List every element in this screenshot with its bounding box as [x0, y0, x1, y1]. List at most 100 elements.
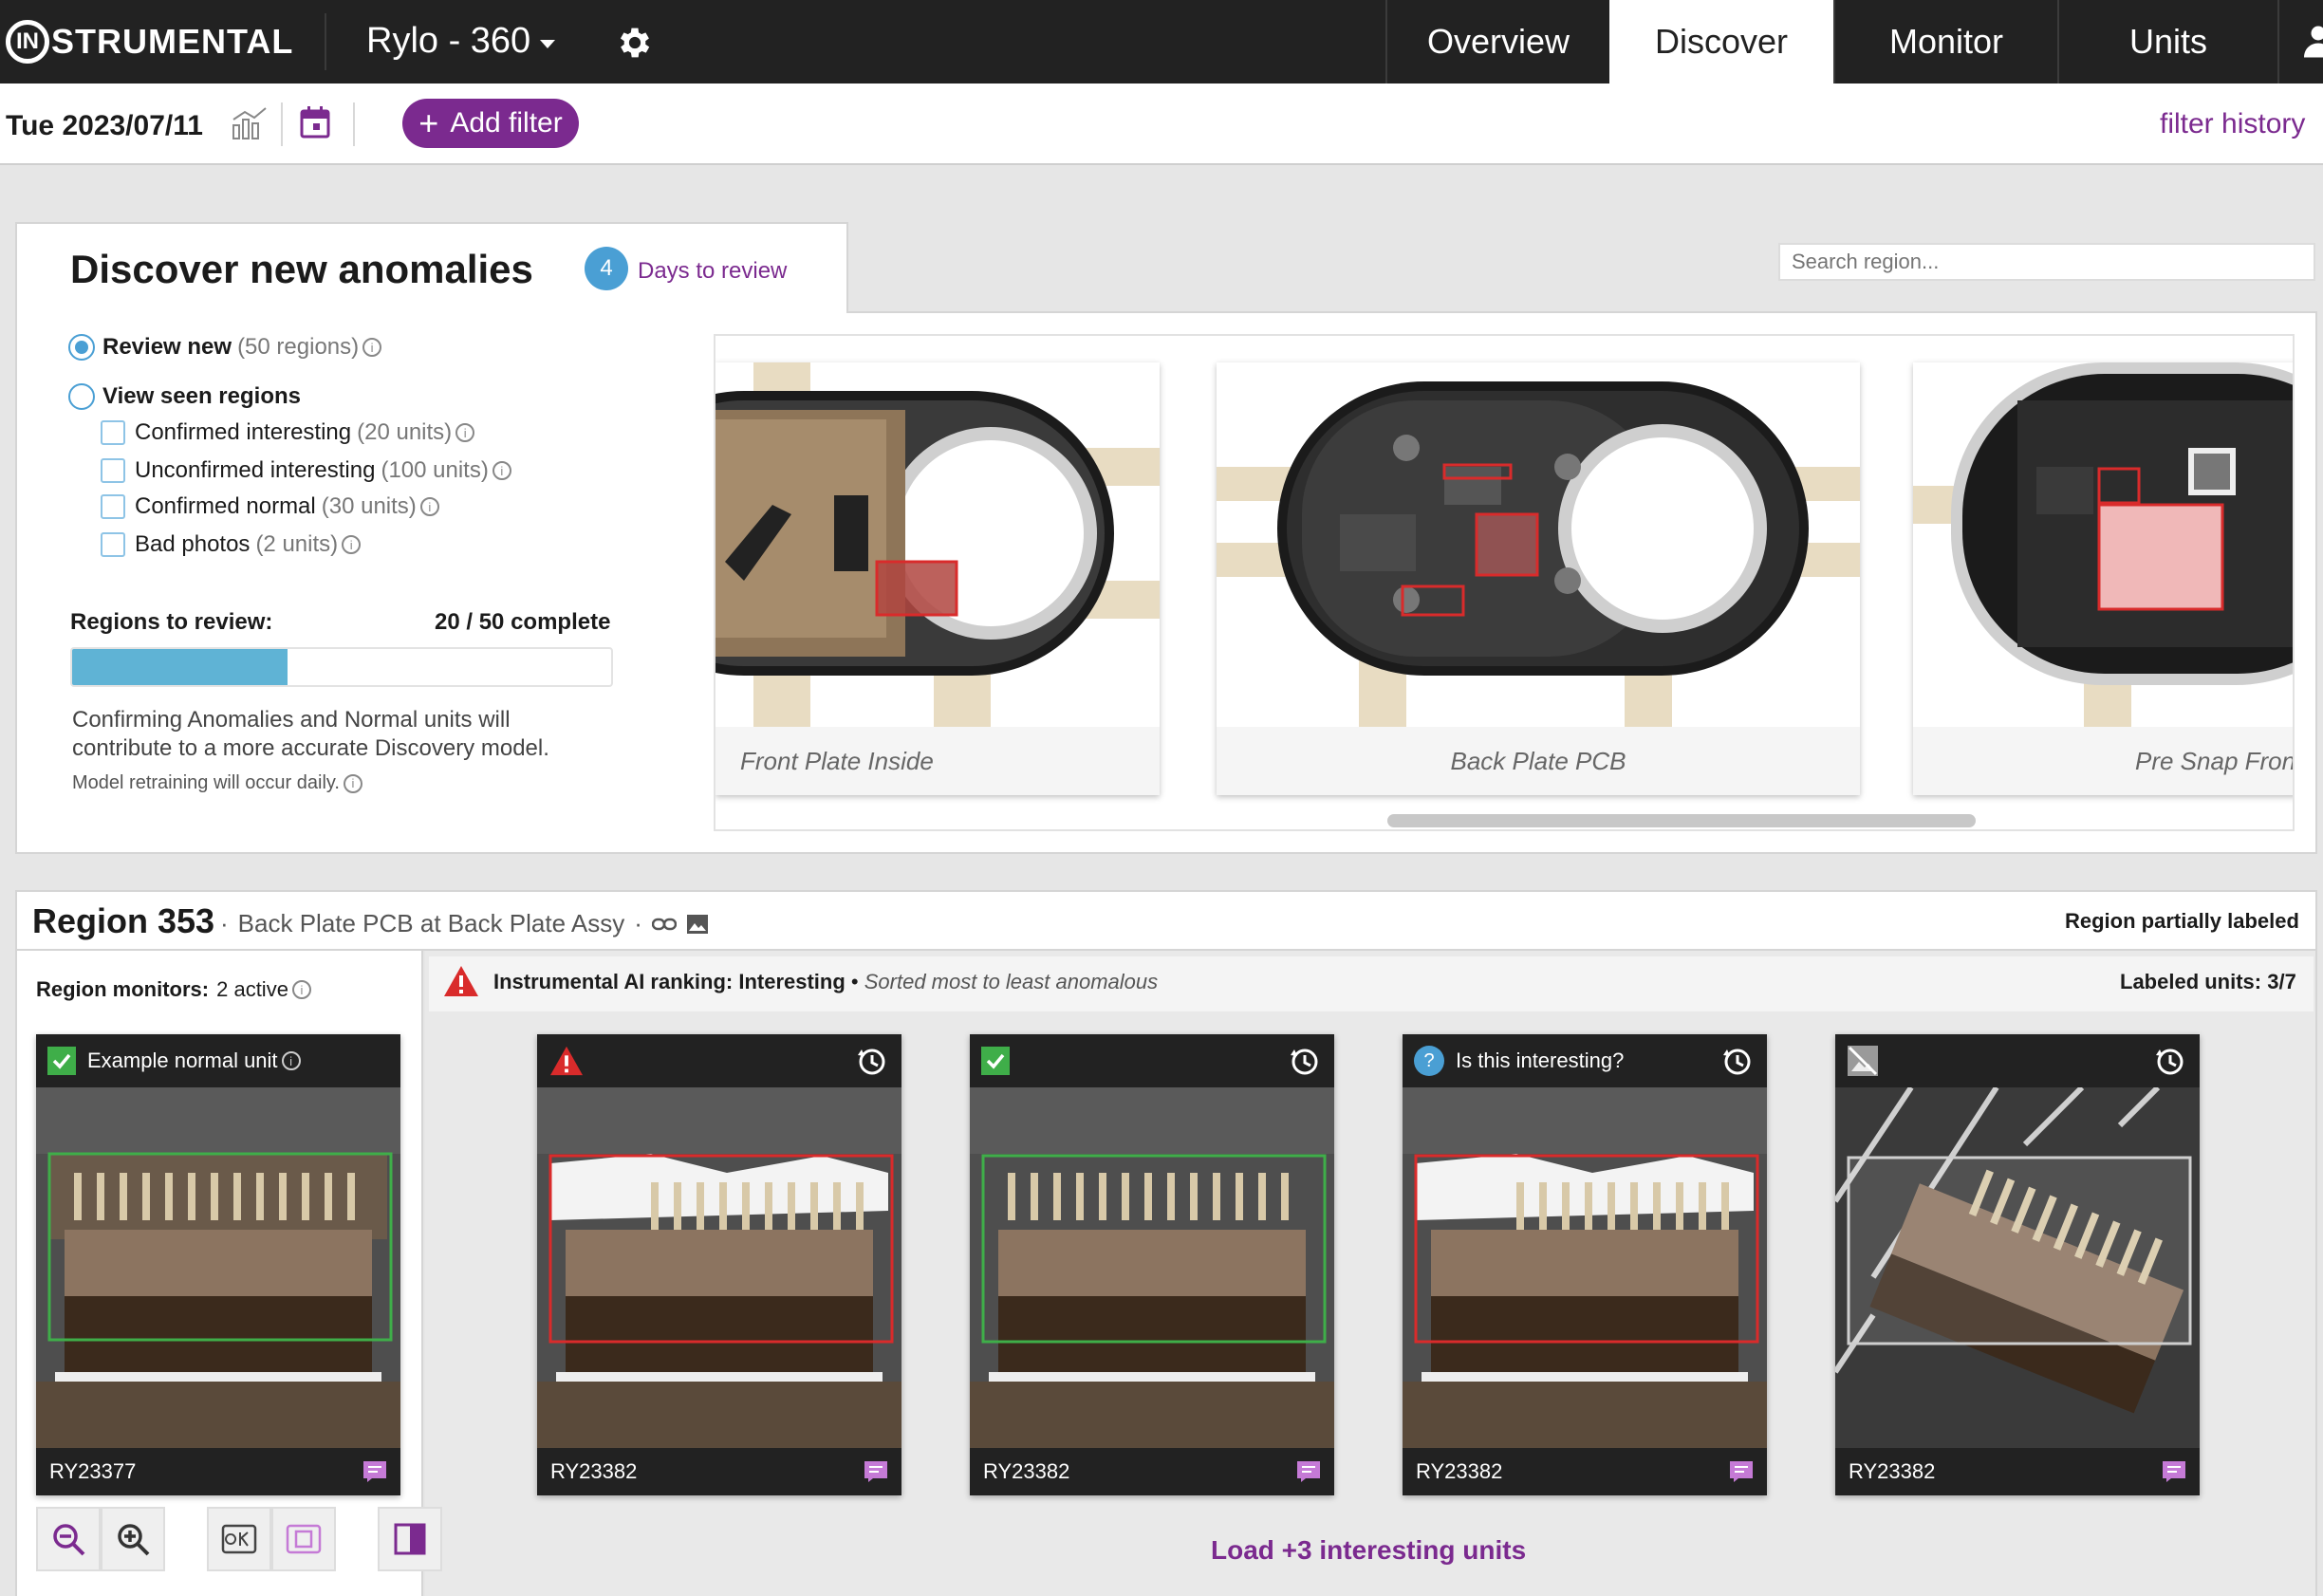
- region-thumbnail-strip[interactable]: Front Plate Inside Back Plate PCB Pre Sn…: [714, 334, 2295, 831]
- info-icon[interactable]: i: [492, 461, 511, 480]
- region-location: Back Plate PCB at Back Plate Assy: [237, 909, 625, 937]
- unit-serial[interactable]: RY23382: [1416, 1459, 1502, 1484]
- unit-serial[interactable]: RY23382: [983, 1459, 1069, 1484]
- user-icon[interactable]: [2304, 23, 2323, 61]
- checkbox[interactable]: [101, 532, 125, 557]
- view-seen-label: View seen regions: [102, 383, 301, 409]
- zoom-out-button[interactable]: [36, 1507, 101, 1571]
- unit-serial[interactable]: RY23382: [550, 1459, 637, 1484]
- check-unconfirmed-interesting[interactable]: Unconfirmed interesting (100 units) i: [101, 457, 511, 484]
- search-region-input[interactable]: [1778, 243, 2315, 281]
- strip-scrollbar[interactable]: [1387, 814, 1976, 827]
- card-footer: RY23382: [970, 1448, 1334, 1495]
- regions-to-review-label: Regions to review:: [70, 609, 273, 635]
- review-new-option[interactable]: Review new (50 regions) i: [68, 334, 382, 361]
- unit-card[interactable]: RY23382: [1835, 1034, 2200, 1495]
- view-seen-option[interactable]: View seen regions: [68, 383, 301, 410]
- review-new-label: Review new: [102, 334, 232, 360]
- note-icon[interactable]: [1729, 1460, 1754, 1483]
- info-icon[interactable]: i: [455, 423, 475, 442]
- add-filter-button[interactable]: + Add filter: [402, 99, 579, 148]
- history-icon[interactable]: [1289, 1046, 1321, 1078]
- checkbox[interactable]: [101, 458, 125, 483]
- unit-image: [36, 1087, 400, 1448]
- check-icon: [981, 1047, 1010, 1075]
- note-icon[interactable]: [864, 1460, 888, 1483]
- thumbnail-caption: Pre Snap Fron: [2135, 746, 2295, 775]
- tab-monitor[interactable]: Monitor: [1833, 0, 2057, 84]
- date-filter[interactable]: Tue 2023/07/11: [6, 110, 203, 142]
- info-icon[interactable]: i: [291, 980, 311, 999]
- history-icon[interactable]: [2154, 1046, 2186, 1078]
- tab-discover[interactable]: Discover: [1609, 0, 1833, 84]
- monitors-value: 2 active: [216, 977, 288, 1001]
- zoom-in-icon: [118, 1524, 150, 1556]
- chart-icon[interactable]: [232, 106, 268, 140]
- ai-ranking-sep: •: [845, 970, 864, 993]
- history-icon[interactable]: [1721, 1046, 1754, 1078]
- unit-serial[interactable]: RY23377: [49, 1459, 136, 1484]
- image-icon[interactable]: [686, 914, 709, 935]
- checkbox[interactable]: [101, 420, 125, 445]
- thumbnail-back-plate-pcb[interactable]: Back Plate PCB: [1217, 362, 1860, 795]
- unit-image: [1835, 1087, 2200, 1448]
- days-to-review-link[interactable]: Days to review: [638, 258, 787, 285]
- load-more-button[interactable]: Load +3 interesting units: [1211, 1535, 1526, 1566]
- radio-selected[interactable]: [68, 334, 95, 361]
- checkbox[interactable]: [101, 494, 125, 519]
- info-icon[interactable]: i: [281, 1051, 301, 1070]
- unit-card[interactable]: RY23382: [970, 1034, 1334, 1495]
- instrumental-logo[interactable]: IN STRUMENTAL: [6, 19, 293, 65]
- filter-history-link[interactable]: filter history: [2160, 108, 2305, 140]
- review-new-count: (50 regions): [237, 334, 360, 360]
- check-confirmed-interesting[interactable]: Confirmed interesting (20 units) i: [101, 419, 475, 446]
- retrain-note: Model retraining will occur daily. i: [72, 772, 362, 794]
- logo-circle: IN: [6, 20, 49, 64]
- unit-serial[interactable]: RY23382: [1849, 1459, 1935, 1484]
- tab-overview[interactable]: Overview: [1385, 0, 1609, 84]
- project-selector[interactable]: Rylo - 360: [366, 21, 556, 62]
- check-count: (20 units): [357, 419, 453, 445]
- ok-view-button[interactable]: [207, 1507, 271, 1571]
- check-bad-photos[interactable]: Bad photos (2 units) i: [101, 531, 362, 558]
- example-normal-unit-card[interactable]: Example normal unit i RY23377: [36, 1034, 400, 1495]
- thumbnail-front-plate-inside[interactable]: Front Plate Inside: [715, 362, 1160, 795]
- nav-divider: [325, 13, 326, 70]
- unit-image: [970, 1087, 1334, 1448]
- thumbnail-pre-snap-front[interactable]: Pre Snap Fron: [1913, 362, 2295, 795]
- filter-divider: [281, 102, 283, 146]
- region-view-button[interactable]: [271, 1507, 336, 1571]
- note-icon[interactable]: [2162, 1460, 2186, 1483]
- compare-view-button[interactable]: [378, 1507, 442, 1571]
- tab-units[interactable]: Units: [2057, 0, 2279, 84]
- note-icon[interactable]: [1296, 1460, 1321, 1483]
- radio-unselected[interactable]: [68, 383, 95, 410]
- separator-dot: ·: [634, 909, 642, 937]
- check-count: (2 units): [255, 531, 339, 557]
- info-icon[interactable]: i: [343, 773, 362, 793]
- info-icon[interactable]: i: [342, 535, 362, 554]
- info-icon[interactable]: i: [362, 338, 382, 357]
- link-icon[interactable]: [651, 918, 677, 931]
- thumbnail-caption: Front Plate Inside: [740, 746, 934, 775]
- warning-icon: [550, 1046, 583, 1076]
- ai-ranking-sort[interactable]: Sorted most to least anomalous: [864, 970, 1158, 993]
- check-count: (100 units): [381, 457, 489, 483]
- unit-card[interactable]: RY23382: [537, 1034, 901, 1495]
- info-icon[interactable]: i: [419, 497, 439, 516]
- check-confirmed-normal[interactable]: Confirmed normal (30 units) i: [101, 493, 439, 520]
- history-icon[interactable]: [856, 1046, 888, 1078]
- note-icon[interactable]: [362, 1460, 387, 1483]
- check-label: Unconfirmed interesting: [135, 457, 376, 483]
- unit-image: [1403, 1087, 1767, 1448]
- logo-text: STRUMENTAL: [51, 22, 294, 61]
- gear-icon[interactable]: [615, 23, 655, 63]
- discover-panel-join: [17, 304, 846, 315]
- calendar-icon[interactable]: [300, 106, 330, 139]
- region-monitors[interactable]: Region monitors: 2 active i: [36, 977, 311, 1002]
- image-toolbar: [36, 1507, 442, 1571]
- zoom-in-button[interactable]: [101, 1507, 165, 1571]
- help-text: Confirming Anomalies and Normal units wi…: [72, 707, 549, 761]
- unit-card[interactable]: ? Is this interesting? RY23382: [1403, 1034, 1767, 1495]
- card-header: [970, 1034, 1334, 1087]
